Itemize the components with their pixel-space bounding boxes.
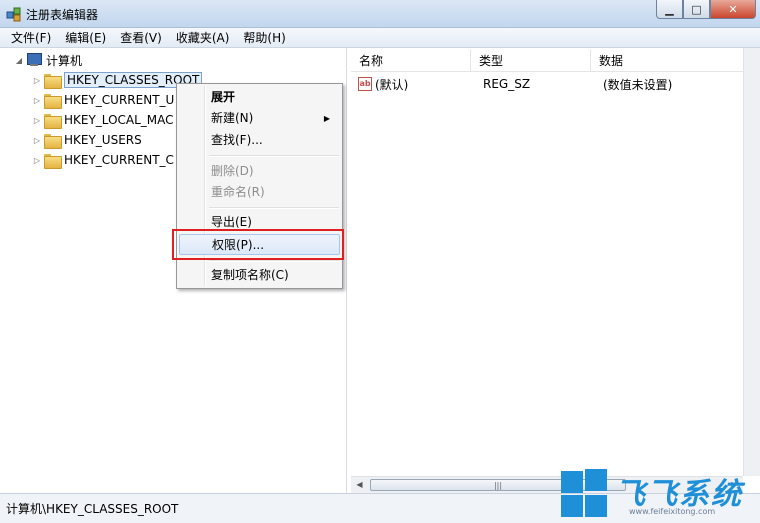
value-type: REG_SZ — [483, 77, 531, 91]
menu-item-label: 重命名(R) — [211, 185, 265, 199]
folder-icon — [44, 113, 62, 129]
close-button[interactable]: ✕ — [710, 0, 756, 19]
expand-arrow-icon[interactable]: ▷ — [32, 156, 42, 165]
menu-item-label: 导出(E) — [211, 215, 252, 229]
value-name: (默认) — [375, 77, 409, 92]
submenu-arrow-icon: ▶ — [323, 114, 330, 123]
menu-bar: 文件(F) 编辑(E) 查看(V) 收藏夹(A) 帮助(H) — [0, 28, 760, 48]
maximize-icon: □ — [691, 2, 702, 16]
menu-item-rename: 重命名(R) — [179, 182, 340, 203]
menu-item-new[interactable]: 新建(N) ▶ — [179, 108, 340, 129]
close-icon: ✕ — [728, 2, 738, 16]
menu-item-label: 展开 — [211, 90, 236, 104]
window-title: 注册表编辑器 — [26, 8, 99, 22]
value-list-pane[interactable]: 名称 类型 数据 ab (默认) REG_SZ (数值未设置) ◀ ||| ▶ — [351, 48, 760, 493]
tree-item-hkey-current-config[interactable]: ▷ HKEY_CURRENT_C — [32, 151, 174, 169]
expand-arrow-icon[interactable]: ▷ — [32, 96, 42, 105]
menu-item-expand[interactable]: 展开 — [179, 87, 340, 108]
tree-item-label: HKEY_CURRENT_U — [64, 93, 175, 107]
tree-item-hkey-local-machine[interactable]: ▷ HKEY_LOCAL_MAC — [32, 111, 174, 129]
tree-item-label: HKEY_USERS — [64, 133, 142, 147]
menu-separator — [209, 155, 339, 157]
window-controls: ▁ □ ✕ — [656, 0, 756, 20]
folder-icon — [44, 73, 62, 89]
regedit-icon — [6, 7, 21, 22]
collapse-arrow-icon[interactable]: ◢ — [14, 56, 24, 65]
watermark-url: www.feifeixitong.com — [629, 507, 716, 516]
tree-item-label: HKEY_LOCAL_MAC — [64, 113, 174, 127]
menu-item-label: 删除(D) — [211, 164, 254, 178]
expand-arrow-icon[interactable]: ▷ — [32, 136, 42, 145]
menu-separator — [209, 260, 339, 262]
menu-item-find[interactable]: 查找(F)... — [179, 130, 340, 151]
watermark: 飞飞系统 www.feifeixitong.com — [559, 467, 754, 521]
status-path: 计算机\HKEY_CLASSES_ROOT — [6, 502, 179, 516]
scroll-left-icon[interactable]: ◀ — [351, 477, 368, 493]
tree-item-computer[interactable]: ◢ 计算机 — [14, 51, 82, 69]
menu-help[interactable]: 帮助(H) — [236, 29, 292, 47]
computer-icon — [26, 53, 42, 67]
minimize-button[interactable]: ▁ — [656, 0, 683, 19]
grip-icon: ||| — [493, 480, 503, 490]
expand-arrow-icon[interactable]: ▷ — [32, 76, 42, 85]
minimize-icon: ▁ — [665, 2, 674, 16]
menu-item-delete: 删除(D) — [179, 161, 340, 182]
menu-item-label: 新建(N) — [211, 111, 254, 125]
tree-item-hkey-users[interactable]: ▷ HKEY_USERS — [32, 131, 142, 149]
tree-item-label: 计算机 — [46, 53, 83, 68]
expand-arrow-icon[interactable]: ▷ — [32, 116, 42, 125]
folder-icon — [44, 153, 62, 169]
menu-item-copy-key-name[interactable]: 复制项名称(C) — [179, 265, 340, 286]
tree-item-label: HKEY_CURRENT_C — [64, 153, 174, 167]
windows-logo-icon — [559, 467, 609, 517]
value-data: (数值未设置) — [603, 77, 673, 92]
folder-icon — [44, 93, 62, 109]
menu-favorites[interactable]: 收藏夹(A) — [169, 29, 237, 47]
vertical-scrollbar[interactable] — [743, 48, 760, 476]
menu-separator — [209, 207, 339, 209]
column-header-type[interactable]: 类型 — [471, 50, 591, 72]
list-item[interactable]: ab (默认) REG_SZ (数值未设置) — [351, 74, 672, 94]
menu-item-label: 查找(F)... — [211, 133, 263, 147]
maximize-button[interactable]: □ — [683, 0, 710, 19]
menu-view[interactable]: 查看(V) — [113, 29, 169, 47]
list-header: 名称 类型 数据 — [351, 50, 756, 72]
title-bar: 注册表编辑器 ▁ □ ✕ — [0, 0, 760, 28]
highlight-annotation-box — [172, 229, 344, 260]
folder-icon — [44, 133, 62, 149]
column-header-name[interactable]: 名称 — [351, 50, 471, 72]
column-header-data[interactable]: 数据 — [591, 50, 756, 72]
string-value-icon: ab — [358, 77, 372, 91]
tree-item-hkey-current-user[interactable]: ▷ HKEY_CURRENT_U — [32, 91, 174, 109]
menu-item-label: 复制项名称(C) — [211, 268, 289, 282]
menu-edit[interactable]: 编辑(E) — [58, 29, 113, 47]
menu-file[interactable]: 文件(F) — [4, 29, 58, 47]
